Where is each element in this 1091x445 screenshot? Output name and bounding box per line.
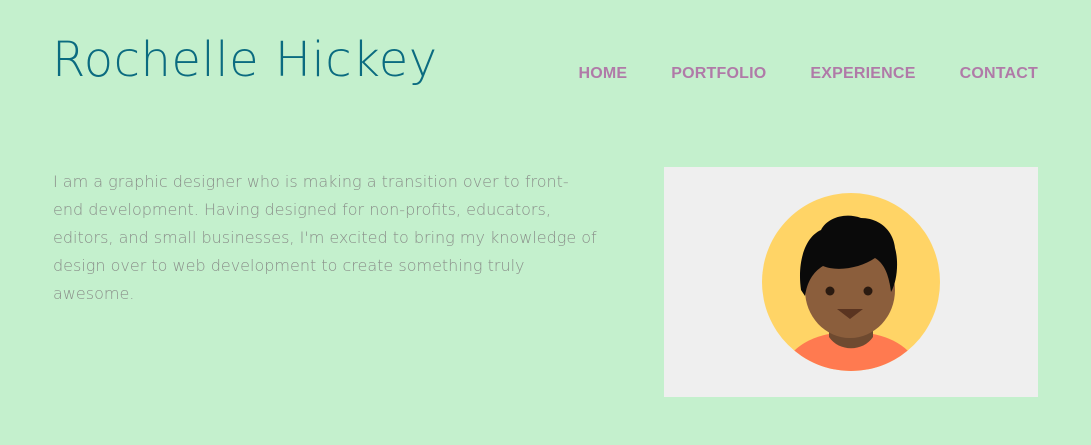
- portrait-image: [664, 167, 1038, 397]
- avatar-left-eye: [825, 286, 835, 296]
- person-avatar-icon: [762, 193, 940, 371]
- site-title: Rochelle Hickey: [52, 32, 438, 88]
- main-nav: HOME PORTFOLIO EXPERIENCE CONTACT: [534, 64, 1038, 84]
- intro-paragraph: I am a graphic designer who is making a …: [53, 172, 597, 303]
- nav-contact-link[interactable]: CONTACT: [960, 64, 1038, 84]
- nav-portfolio-link[interactable]: PORTFOLIO: [671, 64, 766, 84]
- nav-home-link[interactable]: HOME: [578, 64, 627, 84]
- nav-experience-link[interactable]: EXPERIENCE: [810, 64, 915, 84]
- avatar-right-eye: [863, 286, 873, 296]
